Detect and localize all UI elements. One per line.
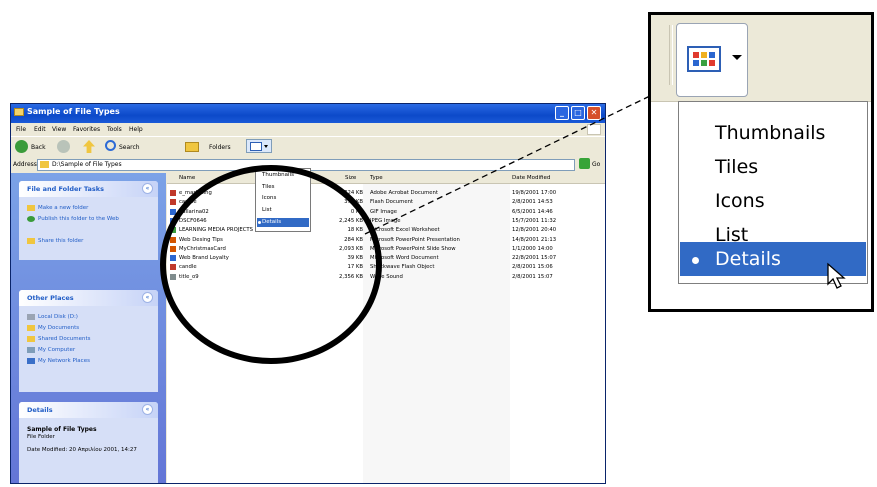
zoom-inset: Thumbnails Tiles Icons List Details bbox=[648, 12, 874, 312]
menu-item-tiles[interactable]: Tiles bbox=[715, 156, 758, 178]
mouse-cursor-icon bbox=[827, 262, 846, 289]
views-menu-zoomed: Thumbnails Tiles Icons List Details bbox=[678, 101, 868, 289]
menu-item-list[interactable]: List bbox=[715, 224, 748, 246]
bullet-icon bbox=[692, 257, 699, 264]
zoom-toolbar bbox=[651, 15, 871, 102]
views-button[interactable] bbox=[676, 23, 748, 97]
menu-shadow bbox=[871, 101, 874, 284]
menu-item-icons[interactable]: Icons bbox=[715, 190, 765, 212]
menu-item-thumbnails[interactable]: Thumbnails bbox=[715, 122, 825, 144]
toolbar-separator bbox=[669, 25, 673, 85]
menu-item-details[interactable]: Details bbox=[715, 248, 781, 270]
chevron-down-icon bbox=[732, 55, 742, 60]
views-grid-icon bbox=[687, 46, 721, 72]
